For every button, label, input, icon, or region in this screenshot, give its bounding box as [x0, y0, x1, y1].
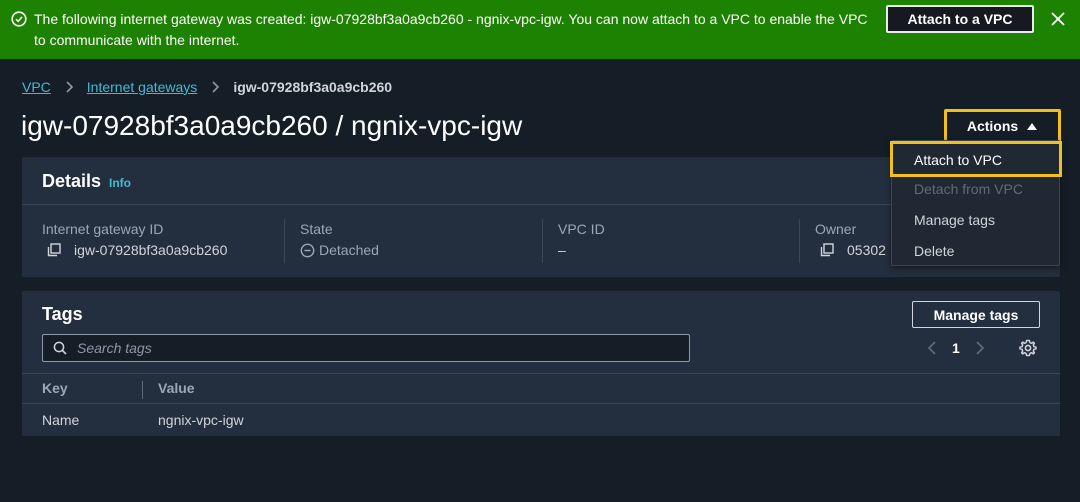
field-vpc-id: VPC ID –	[558, 221, 605, 261]
page-number[interactable]: 1	[952, 340, 960, 356]
details-title: Details	[42, 171, 102, 191]
column-divider	[542, 219, 543, 263]
gear-icon[interactable]	[1018, 338, 1038, 358]
menu-item-delete[interactable]: Delete	[892, 236, 1059, 267]
menu-item-attach-to-vpc[interactable]: Attach to VPC	[890, 141, 1062, 177]
page-title: igw-07928bf3a0a9cb260 / ngnix-vpc-igw	[21, 110, 523, 141]
tag-value-cell: ngnix-vpc-igw	[158, 412, 244, 428]
field-label: Internet gateway ID	[42, 221, 164, 237]
field-value: igw-07928bf3a0a9cb260	[74, 242, 228, 258]
pagination: 1	[926, 338, 986, 358]
menu-item-manage-tags[interactable]: Manage tags	[892, 205, 1059, 236]
menu-item-detach-from-vpc: Detach from VPC	[914, 181, 1023, 197]
tags-title: Tags	[42, 304, 83, 324]
actions-label: Actions	[966, 118, 1019, 134]
field-internet-gateway-id: Internet gateway ID igw-07928bf3a0a9cb26…	[42, 221, 227, 261]
field-label: State	[300, 221, 333, 237]
tag-key-cell: Name	[42, 412, 80, 428]
minus-circle-icon	[300, 243, 315, 257]
chevron-right-icon	[207, 79, 223, 95]
breadcrumb: VPC Internet gateways igw-07928bf3a0a9cb…	[22, 77, 392, 97]
chevron-left-icon[interactable]	[926, 340, 938, 356]
breadcrumb-internet-gateways[interactable]: Internet gateways	[87, 79, 198, 95]
tags-panel: Tags Manage tags 1 Key Value Name ngnix-…	[22, 291, 1060, 436]
breadcrumb-vpc[interactable]: VPC	[22, 79, 51, 95]
copy-icon[interactable]	[820, 243, 834, 257]
field-state: State Detached	[300, 221, 379, 261]
column-divider[interactable]	[142, 381, 143, 399]
copy-icon[interactable]	[47, 243, 61, 257]
state-value: Detached	[319, 242, 379, 258]
field-value: 05302	[847, 242, 886, 258]
close-icon[interactable]	[1050, 11, 1066, 27]
field-label: Owner	[815, 221, 857, 237]
caret-up-icon	[1027, 123, 1038, 130]
attach-to-vpc-button[interactable]: Attach to a VPC	[886, 5, 1034, 33]
table-header: Key Value	[22, 373, 1060, 404]
field-label: VPC ID	[558, 221, 605, 237]
check-circle-icon	[11, 11, 27, 27]
info-link[interactable]: Info	[109, 176, 131, 190]
search-icon	[53, 341, 67, 355]
success-flash-banner: The following internet gateway was creat…	[0, 0, 1080, 59]
actions-dropdown-menu: Attach to VPC Detach from VPC Manage tag…	[890, 140, 1062, 267]
column-divider	[799, 219, 800, 263]
actions-button[interactable]: Actions	[944, 109, 1061, 143]
breadcrumb-current: igw-07928bf3a0a9cb260	[233, 79, 393, 95]
field-value: –	[558, 242, 566, 258]
chevron-right-icon[interactable]	[974, 340, 986, 356]
search-tags-field[interactable]	[42, 334, 690, 362]
chevron-right-icon	[61, 79, 77, 95]
flash-message: The following internet gateway was creat…	[34, 11, 868, 48]
column-header-key[interactable]: Key	[42, 380, 68, 396]
manage-tags-button[interactable]: Manage tags	[912, 301, 1040, 328]
column-divider	[284, 219, 285, 263]
search-tags-input[interactable]	[77, 340, 657, 356]
field-owner: Owner 05302	[815, 221, 886, 261]
column-header-value[interactable]: Value	[158, 380, 195, 396]
table-row: Name ngnix-vpc-igw	[22, 405, 1060, 436]
